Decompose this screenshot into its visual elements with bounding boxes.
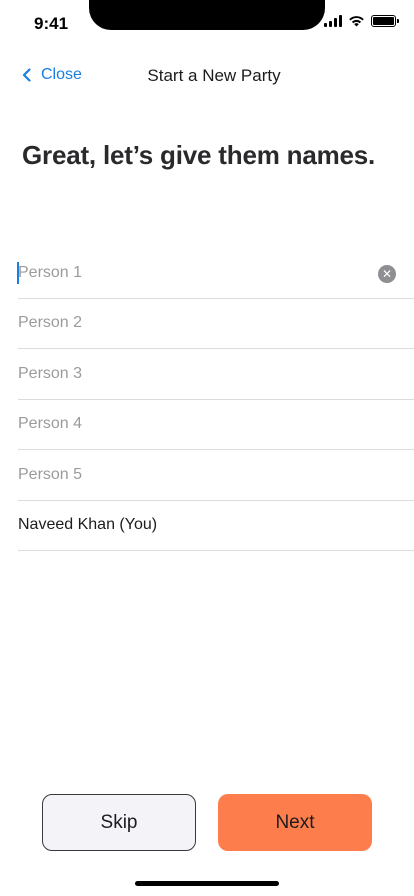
person-4-input[interactable] (18, 399, 368, 449)
name-row-person-4 (18, 399, 414, 450)
name-row-person-3 (18, 349, 414, 400)
wifi-icon (349, 16, 364, 27)
person-1-input[interactable] (18, 248, 368, 298)
nav-title: Start a New Party (147, 66, 281, 85)
name-row-self: Naveed Khan (You) (18, 501, 414, 551)
battery-icon (371, 15, 399, 27)
person-3-input[interactable] (18, 349, 368, 399)
next-button[interactable]: Next (218, 794, 372, 851)
battery-level (373, 17, 394, 25)
page-title: Great, let’s give them names. (22, 140, 376, 170)
notch (89, 0, 325, 30)
person-2-input[interactable] (18, 298, 368, 348)
text-caret (17, 262, 19, 284)
status-time: 9:41 (34, 14, 69, 33)
cellular-signal-icon (324, 15, 342, 27)
name-list: ✕ Naveed Khan (You) (17, 248, 414, 551)
nav-bar: Close Start a New Party (0, 60, 414, 94)
clear-circle-icon[interactable]: ✕ (378, 265, 396, 283)
self-name: Naveed Khan (You) (18, 516, 158, 534)
name-row-person-5 (18, 450, 414, 501)
skip-button[interactable]: Skip (42, 794, 196, 851)
person-5-input[interactable] (18, 450, 368, 500)
home-indicator (135, 881, 279, 886)
name-row-person-2 (18, 298, 414, 349)
name-row-person-1: ✕ (17, 248, 414, 299)
status-icons (324, 15, 399, 27)
status-bar: 9:41 (0, 0, 414, 44)
